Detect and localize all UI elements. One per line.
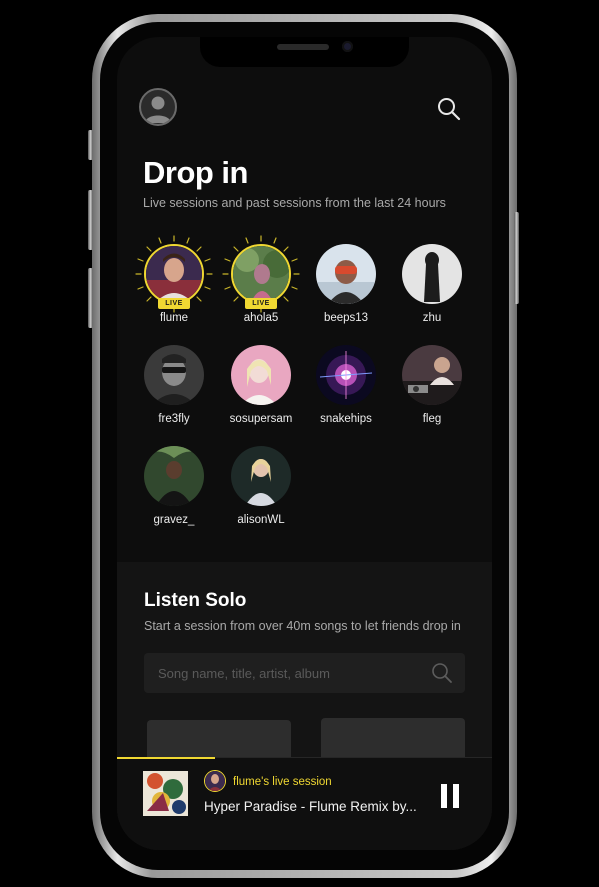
friend-sosupersam[interactable]: sosupersam	[216, 345, 306, 425]
song-search-box[interactable]	[144, 653, 465, 693]
listen-solo-title: Listen Solo	[144, 590, 247, 611]
friend-avatar	[402, 345, 462, 405]
friend-ahola5[interactable]: LIVE ahola5	[216, 235, 306, 324]
friend-zhu[interactable]: zhu	[387, 244, 477, 324]
friend-avatar	[402, 244, 462, 304]
friend-alisonwl[interactable]: alisonWL	[216, 446, 306, 526]
friend-snakehips[interactable]: snakehips	[301, 345, 391, 425]
album-art	[143, 771, 188, 816]
speaker	[277, 44, 329, 50]
friend-flume[interactable]: LIVE flume	[129, 235, 219, 324]
friend-avatar	[316, 244, 376, 304]
listen-solo-subtitle: Start a session from over 40m songs to l…	[144, 619, 461, 633]
app-screen: Drop in Live sessions and past sessions …	[117, 37, 492, 850]
pause-icon[interactable]	[439, 784, 461, 808]
friend-name: sosupersam	[229, 413, 293, 425]
friend-avatar	[316, 345, 376, 405]
power-button	[514, 212, 519, 304]
session-label[interactable]: flume's live session	[233, 776, 332, 788]
friend-fre3fly[interactable]: fre3fly	[129, 345, 219, 425]
friend-name: fre3fly	[158, 413, 190, 425]
friend-name: gravez_	[153, 514, 195, 526]
front-camera	[342, 41, 353, 52]
friend-avatar	[144, 345, 204, 405]
now-playing-bar[interactable]: flume's live session Hyper Paradise - Fl…	[117, 757, 492, 850]
friend-name: beeps13	[323, 312, 369, 324]
live-badge: LIVE	[158, 298, 190, 309]
friend-avatar	[144, 446, 204, 506]
drop-in-title: Drop in	[143, 155, 249, 190]
friend-name: zhu	[422, 312, 442, 324]
mute-switch	[88, 130, 93, 160]
friend-avatar	[231, 446, 291, 506]
friend-gravez[interactable]: gravez_	[129, 446, 219, 526]
volume-down-button	[88, 268, 93, 328]
friend-name: snakehips	[320, 413, 372, 425]
friend-beeps13[interactable]: beeps13	[301, 244, 391, 324]
volume-up-button	[88, 190, 93, 250]
friend-name: alisonWL	[237, 514, 285, 526]
playback-progress	[117, 757, 215, 759]
profile-button[interactable]	[139, 88, 177, 126]
host-avatar	[204, 770, 226, 792]
notch	[200, 37, 409, 67]
song-search-input[interactable]	[158, 653, 418, 693]
friend-name: fleg	[422, 413, 442, 425]
friend-avatar	[231, 345, 291, 405]
search-icon[interactable]	[430, 661, 454, 685]
stage: Drop in Live sessions and past sessions …	[0, 0, 599, 887]
user-avatar-icon	[145, 96, 171, 123]
drop-in-subtitle: Live sessions and past sessions from the…	[143, 196, 446, 210]
track-title: Hyper Paradise - Flume Remix by...	[204, 799, 417, 814]
friend-fleg[interactable]: fleg	[387, 345, 477, 425]
search-icon[interactable]	[436, 96, 462, 122]
live-badge: LIVE	[245, 298, 277, 309]
